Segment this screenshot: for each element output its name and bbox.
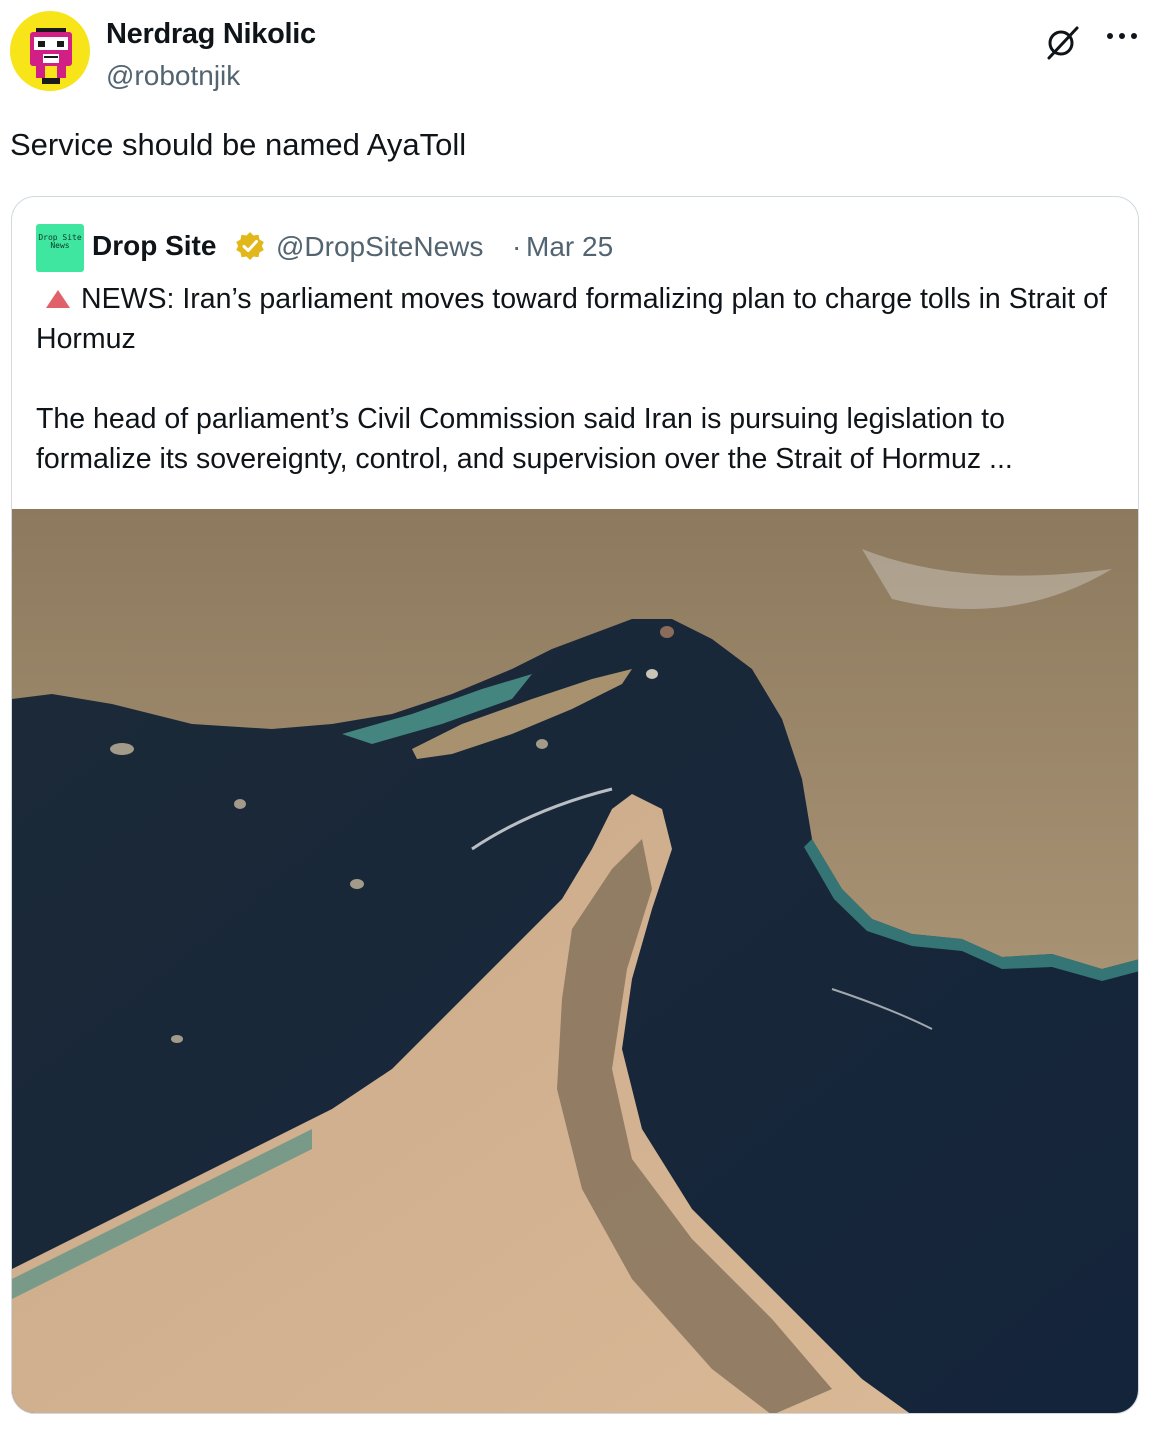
quote-author-handle[interactable]: @DropSiteNews xyxy=(276,231,483,263)
verified-badge-icon xyxy=(234,230,266,262)
author-avatar[interactable] xyxy=(10,11,90,91)
satellite-image-strait-of-hormuz[interactable] xyxy=(12,509,1139,1414)
ninja-robot-avatar-icon xyxy=(30,28,72,84)
red-triangle-icon xyxy=(45,280,71,308)
quote-author-name[interactable]: Drop Site xyxy=(92,230,216,262)
more-dots-icon[interactable] xyxy=(1102,22,1142,52)
quote-headline: NEWS: Iran’s parliament moves toward for… xyxy=(36,283,1107,355)
quote-paragraph: The head of parliament’s Civil Commissio… xyxy=(36,403,1013,475)
quote-body: NEWS: Iran’s parliament moves toward for… xyxy=(36,279,1116,479)
author-handle[interactable]: @robotnjik xyxy=(106,60,240,92)
quote-date[interactable]: Mar 25 xyxy=(526,231,613,263)
separator-dot: · xyxy=(512,231,522,262)
author-name[interactable]: Nerdrag Nikolic xyxy=(106,18,316,51)
quoted-tweet-card[interactable]: Drop Site News Drop Site @DropSiteNews ·… xyxy=(11,196,1139,1414)
quote-author-avatar[interactable]: Drop Site News xyxy=(36,224,84,272)
tweet-text: Service should be named AyaToll xyxy=(10,127,467,162)
grok-slash-icon[interactable] xyxy=(1043,22,1083,62)
quote-avatar-text: Drop Site News xyxy=(38,233,82,250)
